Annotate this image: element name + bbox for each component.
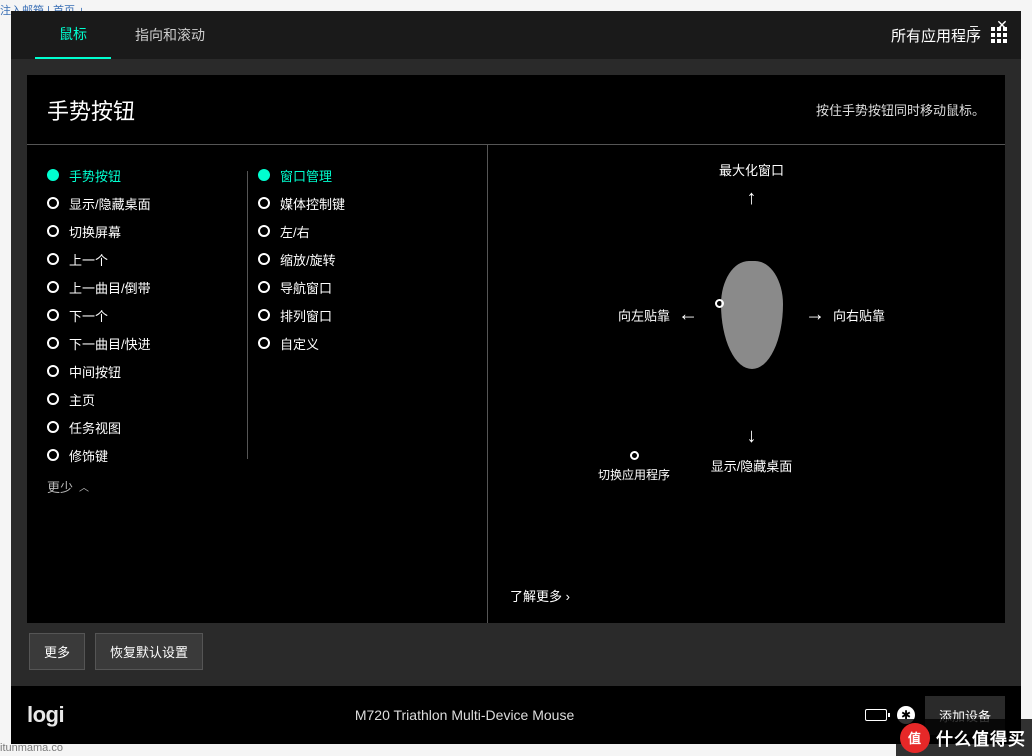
list-item[interactable]: 上一个	[47, 245, 237, 273]
watermark-badge: 值	[900, 723, 930, 753]
list-item[interactable]: 显示/隐藏桌面	[47, 189, 237, 217]
mouse-icon	[721, 261, 783, 369]
footer-bar: logi M720 Triathlon Multi-Device Mouse ✱…	[11, 686, 1021, 744]
chevron-up-icon: ︿	[79, 479, 89, 494]
battery-icon	[865, 709, 887, 721]
gesture-panel: 手势按钮 按住手势按钮同时移动鼠标。 手势按钮 显示/隐藏桌面 切换屏幕 上一个…	[27, 75, 1005, 623]
list-item[interactable]: 自定义	[258, 329, 448, 357]
list-item[interactable]: 媒体控制键	[258, 189, 448, 217]
tab-mouse[interactable]: 鼠标	[35, 11, 111, 59]
list-item[interactable]: 切换屏幕	[47, 217, 237, 245]
close-button[interactable]: ✕	[993, 17, 1011, 34]
restore-defaults-button[interactable]: 恢复默认设置	[95, 633, 203, 670]
direction-left: 向左贴靠←	[618, 304, 698, 327]
list-item[interactable]: 缩放/旋转	[258, 245, 448, 273]
arrow-down-icon: ↓	[747, 425, 757, 448]
panel-title: 手势按钮	[47, 94, 135, 126]
smzdm-watermark: 值 什么值得买	[896, 719, 1032, 756]
mouse-button-dot	[715, 299, 724, 308]
gesture-diagram: 最大化窗口↑ ↓显示/隐藏桌面 向左贴靠← →向右贴靠 切换应用程序	[518, 175, 985, 455]
gesture-header[interactable]: 手势按钮	[47, 161, 237, 189]
minimize-button[interactable]: –	[965, 17, 983, 34]
device-name: M720 Triathlon Multi-Device Mouse	[355, 707, 574, 723]
list-item[interactable]: 上一曲目/倒带	[47, 273, 237, 301]
list-item[interactable]: 修饰键	[47, 441, 237, 469]
list-item[interactable]: 排列窗口	[258, 301, 448, 329]
direction-up: 最大化窗口↑	[719, 160, 784, 210]
learn-more-link[interactable]: 了解更多	[510, 586, 570, 605]
panel-hint: 按住手势按钮同时移动鼠标。	[816, 100, 985, 119]
logi-logo: logi	[27, 702, 64, 728]
extra-gesture: 切换应用程序	[598, 451, 670, 483]
list-item[interactable]: 中间按钮	[47, 357, 237, 385]
tab-point-scroll[interactable]: 指向和滚动	[111, 11, 229, 59]
list-item[interactable]: 下一个	[47, 301, 237, 329]
list-item[interactable]: 主页	[47, 385, 237, 413]
direction-right: →向右贴靠	[805, 304, 885, 327]
arrow-up-icon: ↑	[746, 187, 756, 210]
arrow-right-icon: →	[805, 304, 825, 327]
list-item[interactable]: 下一曲目/快进	[47, 329, 237, 357]
more-button[interactable]: 更多	[29, 633, 85, 670]
window-mgmt-header[interactable]: 窗口管理	[258, 161, 448, 189]
collapse-less[interactable]: 更少︿	[27, 469, 487, 504]
logitech-options-window: – ✕ 鼠标 指向和滚动 所有应用程序 手势按钮 按住手势按钮同时移动鼠标。	[11, 11, 1021, 744]
list-item[interactable]: 左/右	[258, 217, 448, 245]
list-item[interactable]: 任务视图	[47, 413, 237, 441]
list-item[interactable]: 导航窗口	[258, 273, 448, 301]
arrow-left-icon: ←	[678, 304, 698, 327]
top-bar: 鼠标 指向和滚动 所有应用程序	[11, 11, 1021, 59]
direction-down: ↓显示/隐藏桌面	[711, 425, 793, 475]
